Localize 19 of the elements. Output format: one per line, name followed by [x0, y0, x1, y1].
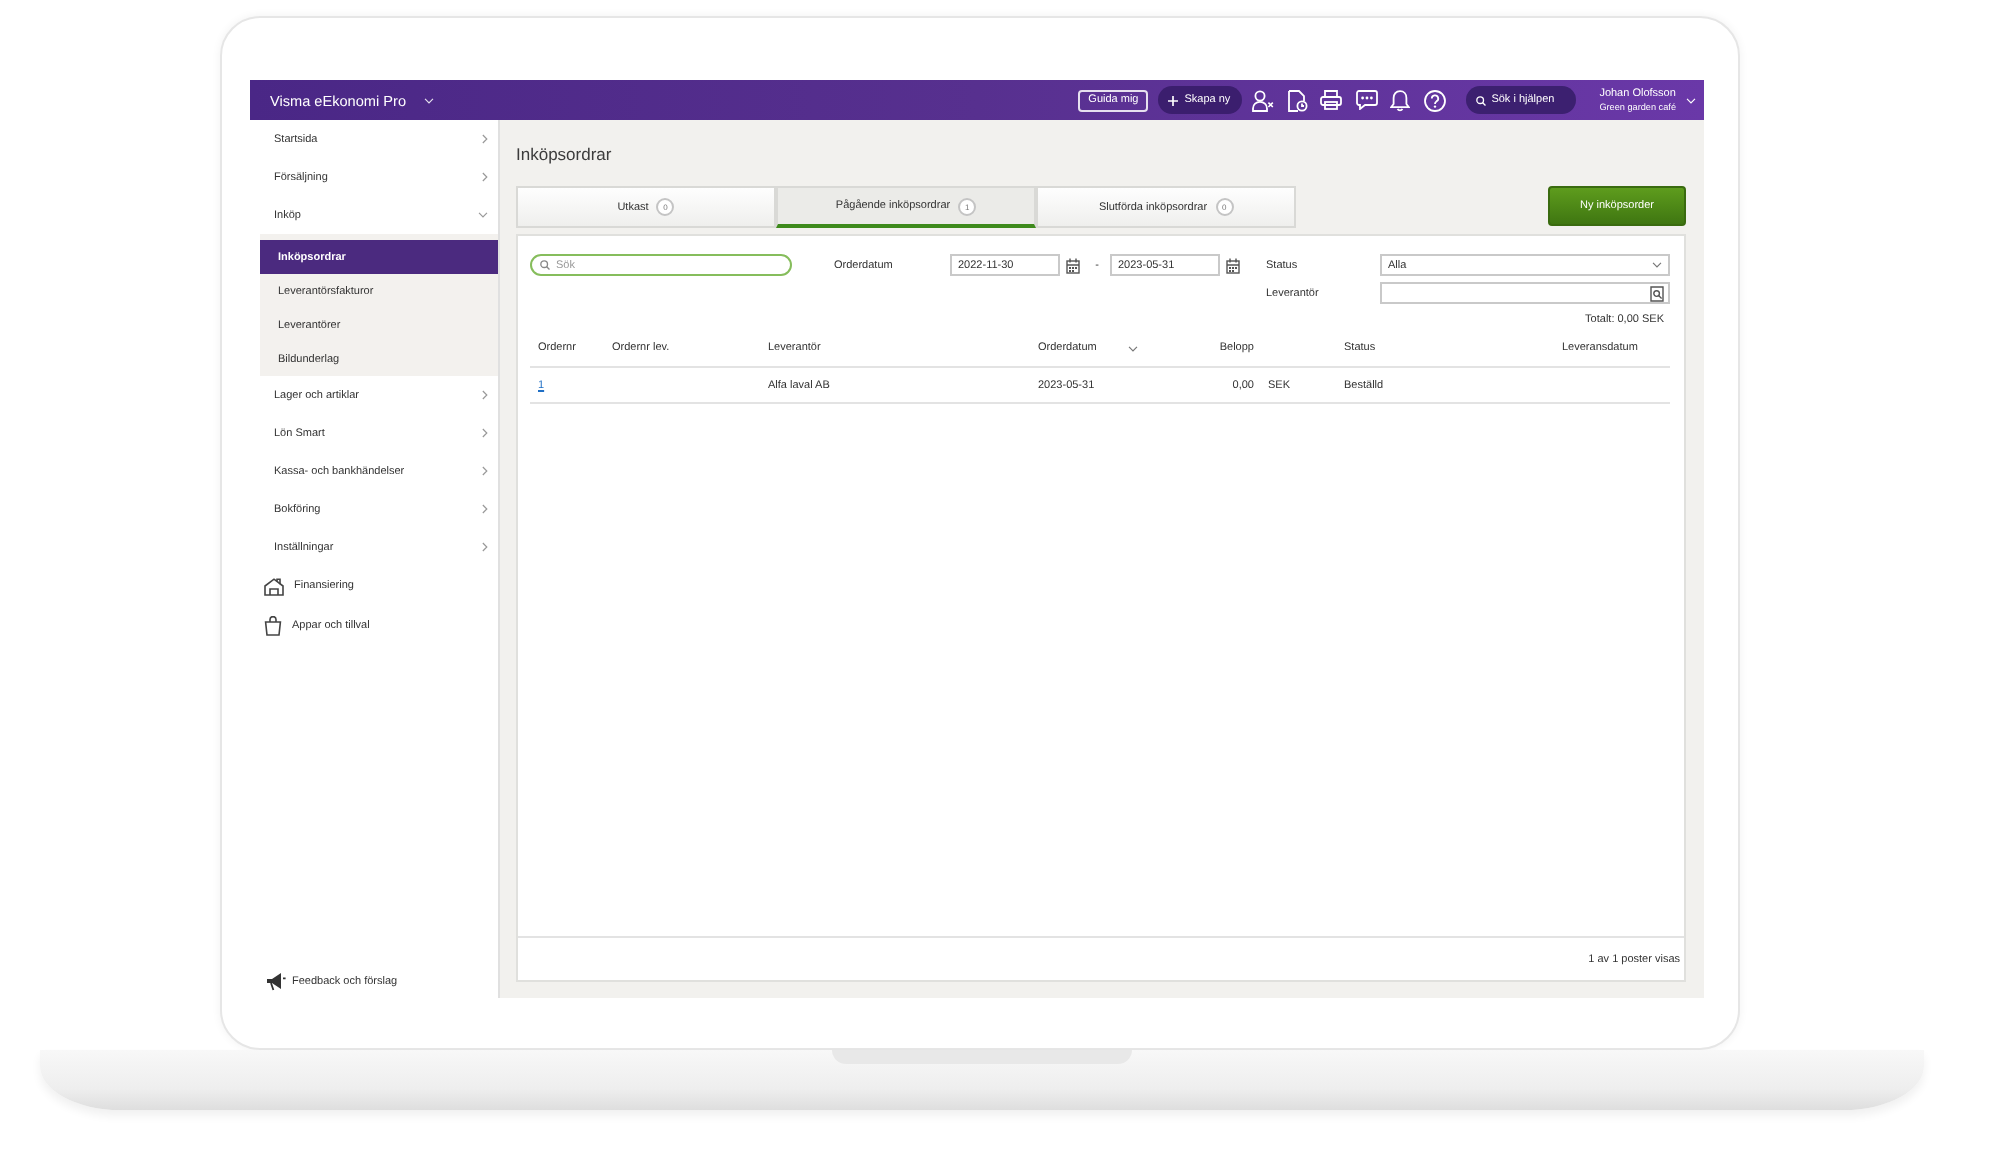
search-icon[interactable]	[1475, 95, 1486, 105]
page-title: Inköpsordrar	[516, 142, 612, 168]
plus-icon[interactable]	[1168, 95, 1179, 105]
calendar-icon[interactable]	[1225, 257, 1239, 273]
person-icon[interactable]	[1252, 89, 1275, 111]
supplier-field[interactable]	[1380, 282, 1670, 304]
document-search-icon[interactable]	[1650, 285, 1664, 301]
bell-icon[interactable]	[1390, 89, 1411, 111]
calendar-icon[interactable]	[1065, 257, 1079, 273]
house-icon[interactable]	[264, 577, 284, 595]
printer-icon[interactable]	[1320, 90, 1343, 110]
sort-icon[interactable]	[1128, 345, 1138, 351]
search-icon	[540, 260, 550, 270]
bag-icon[interactable]	[264, 616, 282, 636]
megaphone-icon[interactable]	[266, 972, 286, 992]
chat-icon[interactable]	[1355, 90, 1378, 110]
help-icon[interactable]	[1423, 89, 1446, 111]
chevron-icon[interactable]	[1652, 262, 1662, 268]
document-icon[interactable]	[1287, 89, 1308, 111]
